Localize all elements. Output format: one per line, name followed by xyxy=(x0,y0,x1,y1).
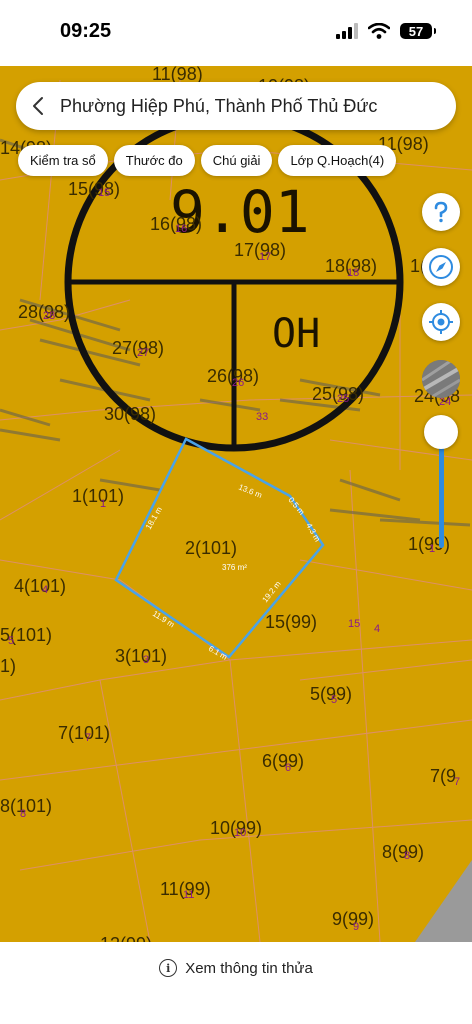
back-button[interactable] xyxy=(16,82,60,130)
parcel-label: 15(98) xyxy=(68,179,120,199)
sheet-number: 5 xyxy=(331,694,337,706)
battery-level: 57 xyxy=(408,23,424,39)
sheet-number: 17 xyxy=(259,251,271,263)
sheet-number: 10 xyxy=(234,827,246,839)
sheet-number: 11 xyxy=(183,889,194,901)
sheet-number: 25 xyxy=(337,393,349,405)
locate-me-button[interactable] xyxy=(422,303,460,341)
sheet-number: 27 xyxy=(137,347,149,359)
parcel-label: 12(99) xyxy=(100,934,152,942)
sheet-number: 33 xyxy=(256,411,268,423)
status-time: 09:25 xyxy=(60,20,112,42)
sheet-number: 15 xyxy=(348,618,360,630)
status-icons: 57 xyxy=(336,20,436,42)
parcel-label: 1(101) xyxy=(72,486,124,506)
cellular-signal-icon xyxy=(336,23,358,39)
sheet-number: 7 xyxy=(85,732,91,744)
sheet-number: 8 xyxy=(404,850,410,862)
sheet-number: 15 xyxy=(98,187,110,199)
sheet-number: 6 xyxy=(285,762,291,774)
map-canvas[interactable]: 9.01 OH 376 m² 13.6 m 0.5 m 4.3 m 19.2 m… xyxy=(0,66,472,942)
parcel-label: 3(101) xyxy=(115,646,167,666)
location-title[interactable]: Phường Hiệp Phú, Thành Phố Thủ Đức xyxy=(60,96,377,117)
wifi-icon xyxy=(368,23,390,39)
zone-code-label: 9.01 xyxy=(170,178,310,246)
cadastral-map[interactable]: 9.01 OH 376 m² 13.6 m 0.5 m 4.3 m 19.2 m… xyxy=(0,66,472,942)
parcel-label: 7(9 xyxy=(430,766,456,786)
bottom-panel: i Xem thông tin thửa xyxy=(0,942,472,1024)
edge-length-label: 0.5 m xyxy=(286,496,306,517)
parcel-label: 30(98) xyxy=(104,404,156,424)
question-mark-icon xyxy=(434,201,448,223)
view-parcel-info-link[interactable]: i Xem thông tin thửa xyxy=(159,956,313,980)
compass-icon xyxy=(429,255,453,279)
sheet-number: 28 xyxy=(43,310,55,322)
parcel-label: 2(101) xyxy=(185,538,237,558)
edge-length-label: 19.2 m xyxy=(260,579,282,604)
map-corner-tile xyxy=(415,860,472,942)
parcel-label: 4(101) xyxy=(14,576,66,596)
sheet-number: 7 xyxy=(454,776,460,788)
sheet-number: 3 xyxy=(143,654,149,666)
sheet-number: 26 xyxy=(232,377,244,389)
sheet-number: 5 xyxy=(8,635,14,647)
zone-type-label: OH xyxy=(272,311,320,357)
sheet-number: 18 xyxy=(347,267,359,279)
battery-icon: 57 xyxy=(400,23,436,39)
check-certificate-chip[interactable]: Kiểm tra sổ xyxy=(18,145,108,176)
parcel-area-label: 376 m² xyxy=(222,563,247,572)
edge-length-label: 6.1 m xyxy=(207,644,229,662)
sheet-number: 16 xyxy=(175,223,187,235)
status-bar: 09:25 57 xyxy=(0,0,472,66)
edge-length-label: 13.6 m xyxy=(237,483,263,501)
chevron-left-icon xyxy=(33,97,43,115)
sheet-number: 4 xyxy=(42,584,48,596)
info-icon: i xyxy=(159,959,178,977)
sheet-number: 4 xyxy=(374,623,380,635)
help-button[interactable] xyxy=(422,193,460,231)
satellite-thumbnail-icon xyxy=(422,360,460,398)
gps-locate-icon xyxy=(429,310,453,334)
parcel-label: 1) xyxy=(0,656,16,676)
location-search-bar[interactable]: Phường Hiệp Phú, Thành Phố Thủ Đức xyxy=(16,82,456,130)
toolbar-chips: Kiểm tra sổ Thước đo Chú giải Lớp Q.Hoạc… xyxy=(18,145,397,176)
planning-layer-chip[interactable]: Lớp Q.Hoạch(4) xyxy=(278,145,397,176)
measure-chip[interactable]: Thước đo xyxy=(113,145,195,176)
sheet-number: 1 xyxy=(429,543,435,555)
view-parcel-info-label[interactable]: Xem thông tin thửa xyxy=(185,960,313,977)
sheet-number: 8 xyxy=(20,808,26,820)
satellite-layer-button[interactable] xyxy=(422,360,460,398)
opacity-slider-thumb[interactable] xyxy=(424,415,458,449)
parcel-label: 6(99) xyxy=(262,751,304,771)
compass-button[interactable] xyxy=(422,248,460,286)
legend-chip[interactable]: Chú giải xyxy=(200,145,273,176)
sheet-number: 9 xyxy=(353,921,359,933)
parcel-label: 15(99) xyxy=(265,612,317,632)
sheet-number: 1 xyxy=(100,498,106,510)
